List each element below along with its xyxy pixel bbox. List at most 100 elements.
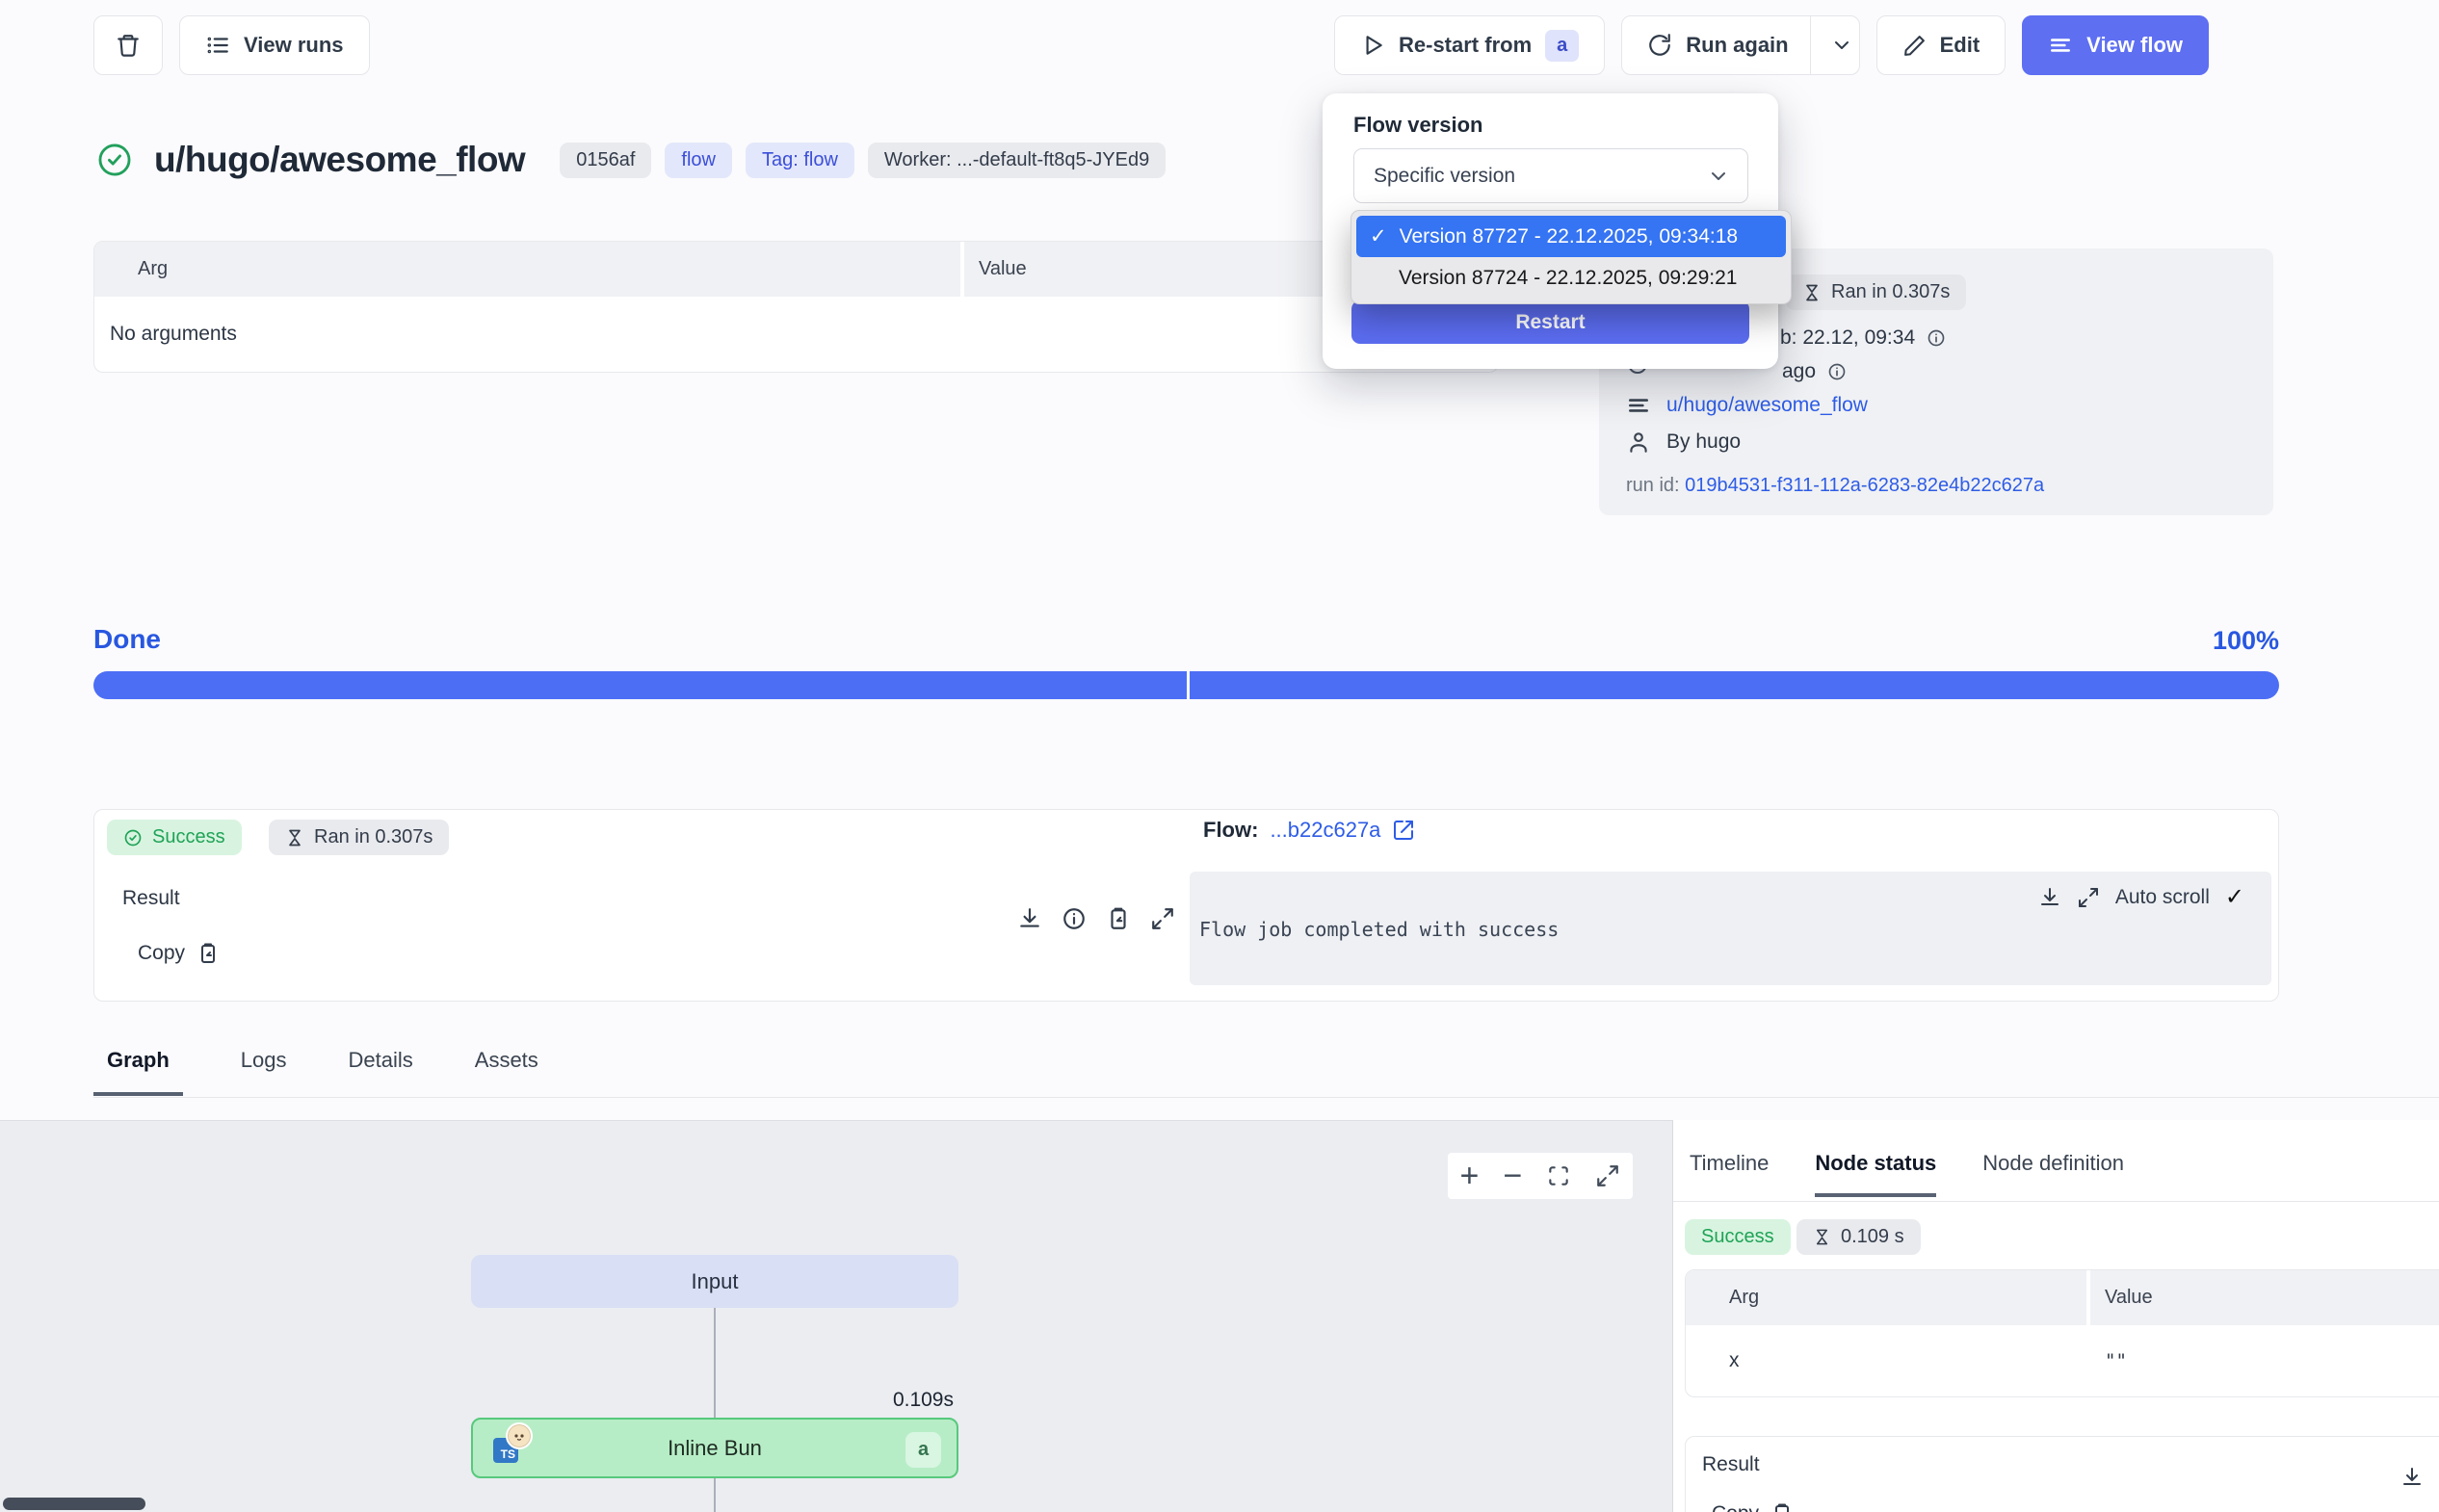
edit-button[interactable]: Edit (1876, 15, 2006, 75)
clipboard-icon (1770, 1502, 1794, 1512)
info-icon[interactable] (1062, 906, 1087, 931)
download-icon[interactable] (2038, 886, 2061, 909)
check-circle-icon (123, 828, 143, 847)
version-select[interactable]: Specific version (1353, 148, 1748, 203)
expand-icon[interactable] (2077, 886, 2100, 909)
clipboard-icon[interactable] (1106, 906, 1131, 931)
tab-timeline[interactable]: Timeline (1690, 1151, 1769, 1197)
zoom-in-icon[interactable]: + (1460, 1160, 1480, 1192)
run-id-link[interactable]: 019b4531-f311-112a-6283-82e4b22c627a (1685, 475, 2044, 496)
external-link-icon[interactable] (1392, 819, 1415, 842)
copy-label: Copy (138, 942, 185, 965)
step-id-badge: a (905, 1432, 941, 1468)
play-icon (1360, 33, 1385, 58)
graph-node-inline-bun[interactable]: TS Inline Bun a (471, 1418, 958, 1478)
arg-name: x (1686, 1349, 2090, 1372)
run-again-label: Run again (1686, 33, 1788, 58)
version-option-selected[interactable]: ✓ Version 87727 - 22.12.2025, 09:34:18 (1356, 216, 1786, 257)
graph-edge (714, 1478, 716, 1512)
side-panel-tabs: Timeline Node status Node definition (1690, 1151, 2124, 1197)
title-row: u/hugo/awesome_flow 0156af flow Tag: flo… (96, 140, 1166, 180)
copy-result-button[interactable]: Copy (1712, 1502, 1794, 1512)
version-option-selected-label: Version 87727 - 22.12.2025, 09:34:18 (1400, 225, 1738, 248)
zoom-out-icon[interactable]: − (1503, 1160, 1522, 1192)
node-side-panel: Timeline Node status Node definition Suc… (1672, 1120, 2439, 1512)
tab-logs[interactable]: Logs (237, 1048, 291, 1096)
run-again-button[interactable]: Run again (1621, 15, 1859, 75)
refresh-icon (1647, 33, 1672, 58)
run-id-line: run id: 019b4531-f311-112a-6283-82e4b22c… (1626, 475, 2044, 497)
graph-edge (714, 1308, 716, 1418)
hash-badge: 0156af (560, 143, 651, 178)
version-option-other-label: Version 87724 - 22.12.2025, 09:29:21 (1399, 267, 1737, 290)
tab-details[interactable]: Details (345, 1048, 417, 1096)
chevron-down-icon (1707, 165, 1730, 188)
download-icon[interactable] (1017, 906, 1042, 931)
restart-from-step-badge: a (1545, 30, 1579, 62)
graph-node-input[interactable]: Input (471, 1255, 958, 1308)
by-text: By hugo (1666, 430, 1741, 454)
duration-badge-label: Ran in 0.307s (314, 826, 433, 848)
tab-node-definition[interactable]: Node definition (1982, 1151, 2124, 1197)
fullscreen-icon[interactable] (1595, 1163, 1620, 1188)
input-node-label: Input (692, 1269, 739, 1294)
flow-path-link[interactable]: u/hugo/awesome_flow (1666, 394, 1868, 417)
started-text: b: 22.12, 09:34 (1780, 326, 1915, 350)
flow-graph-canvas[interactable]: + − Input 0.109s TS Inline Bun a (0, 1120, 1672, 1512)
restart-from-label: Re-start from (1399, 33, 1532, 58)
restart-from-button[interactable]: Re-start from a (1334, 15, 1605, 75)
info-icon[interactable] (1927, 328, 1946, 348)
hourglass-icon (285, 828, 304, 847)
step-node-label: Inline Bun (668, 1436, 762, 1461)
kind-badge: flow (665, 143, 732, 178)
progress-percent: 100% (2213, 626, 2279, 656)
fit-view-icon[interactable] (1546, 1163, 1571, 1188)
auto-scroll-label[interactable]: Auto scroll (2115, 886, 2210, 909)
copy-label: Copy (1712, 1502, 1759, 1512)
success-check-circle-icon (96, 142, 133, 178)
version-dropdown-menu: ✓ Version 87727 - 22.12.2025, 09:34:18 V… (1351, 210, 1792, 304)
arguments-table-header: Arg Value (94, 242, 1498, 297)
flow-lines-icon (2048, 33, 2073, 58)
pencil-icon (1902, 34, 1927, 58)
version-option-other[interactable]: Version 87724 - 22.12.2025, 09:29:21 (1356, 257, 1786, 299)
log-text: Flow job completed with success (1199, 918, 1559, 941)
flow-version-label: Flow version (1353, 113, 1482, 138)
tab-assets[interactable]: Assets (471, 1048, 542, 1096)
info-icon[interactable] (1827, 362, 1847, 381)
view-flow-button[interactable]: View flow (2022, 15, 2209, 75)
hourglass-icon (1802, 283, 1822, 302)
view-runs-button[interactable]: View runs (179, 15, 370, 75)
copy-result-button[interactable]: Copy (138, 942, 220, 965)
flow-run-link[interactable]: ...b22c627a (1270, 818, 1380, 843)
delete-run-button[interactable] (93, 15, 163, 75)
node-duration-text: 0.109 s (1841, 1226, 1904, 1248)
check-icon[interactable]: ✓ (2225, 883, 2244, 911)
result-actions (1017, 906, 1175, 931)
result-label: Result (1702, 1453, 1760, 1476)
duration-badge: Ran in 0.307s (269, 820, 449, 855)
page-title: u/hugo/awesome_flow (154, 140, 525, 180)
flow-label: Flow: (1203, 818, 1258, 843)
arg-column-header: Arg (1686, 1270, 2090, 1325)
progress-status: Done (93, 624, 161, 655)
status-badge-label: Success (152, 826, 225, 848)
download-icon[interactable] (2400, 1466, 2424, 1489)
progress-step-divider (1187, 671, 1190, 699)
tab-graph[interactable]: Graph (93, 1048, 183, 1096)
run-id-label: run id: (1626, 475, 1680, 496)
by-line: By hugo (1626, 430, 1741, 455)
status-badge: Success (107, 820, 242, 855)
arguments-table: Arg Value No arguments (93, 241, 1499, 373)
node-result-card: Result Copy (1685, 1436, 2439, 1512)
restart-button[interactable]: Restart (1351, 300, 1749, 344)
bun-icon (506, 1422, 533, 1449)
progress-bar (93, 671, 2279, 699)
table-row[interactable]: x "" (1686, 1325, 2439, 1396)
expand-icon[interactable] (1150, 906, 1175, 931)
horizontal-scrollbar[interactable] (3, 1498, 145, 1510)
title-badges: 0156af flow Tag: flow Worker: ...-defaul… (560, 143, 1166, 178)
side-tabs-divider (1673, 1201, 2439, 1202)
tab-node-status[interactable]: Node status (1815, 1151, 1936, 1197)
run-again-dropdown[interactable] (1810, 16, 1853, 74)
